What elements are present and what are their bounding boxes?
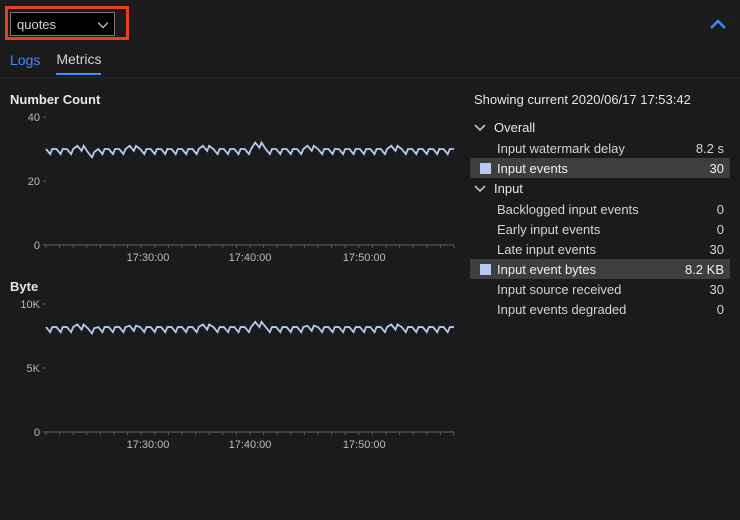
collapse-panel-button[interactable] bbox=[706, 13, 730, 36]
metric-row[interactable]: Input events degraded 0 bbox=[470, 299, 730, 319]
svg-text:40: 40 bbox=[28, 112, 40, 124]
svg-text:0: 0 bbox=[34, 240, 40, 252]
chart: 0 5K 10K 17:30:00 17:40:00 17:50:00 bbox=[10, 296, 462, 456]
metric-value: 0 bbox=[717, 222, 724, 237]
metric-row[interactable]: Input source received 30 bbox=[470, 279, 730, 299]
metric-row[interactable]: Input event bytes 8.2 KB bbox=[470, 259, 730, 279]
charts-area: Number Count 0 20 40 17:30:00 17:40:00 17:50:0… bbox=[10, 92, 460, 466]
metric-row[interactable]: Backlogged input events 0 bbox=[470, 199, 730, 219]
svg-text:17:50:00: 17:50:00 bbox=[343, 252, 386, 264]
source-dropdown[interactable]: quotes bbox=[10, 12, 115, 36]
chart: 0 20 40 17:30:00 17:40:00 17:50:00 bbox=[10, 109, 462, 269]
series-swatch bbox=[480, 163, 491, 174]
tab-metrics[interactable]: Metrics bbox=[56, 51, 101, 75]
metric-row[interactable]: Late input events 30 bbox=[470, 239, 730, 259]
metric-value: 0 bbox=[717, 302, 724, 317]
svg-text:17:40:00: 17:40:00 bbox=[229, 439, 272, 451]
metric-value: 0 bbox=[717, 202, 724, 217]
metric-label: Input events bbox=[497, 161, 704, 176]
metrics-sidebar: Showing current 2020/06/17 17:53:42 Over… bbox=[470, 92, 730, 466]
metric-row[interactable]: Input events 30 bbox=[470, 158, 730, 178]
metric-value: 30 bbox=[710, 161, 724, 176]
chevron-down-icon bbox=[98, 17, 108, 32]
svg-text:20: 20 bbox=[28, 176, 40, 188]
chevron-down-icon bbox=[474, 120, 486, 135]
metric-label: Late input events bbox=[497, 242, 704, 257]
metric-row[interactable]: Input watermark delay 8.2 s bbox=[470, 138, 730, 158]
source-dropdown-value: quotes bbox=[17, 17, 56, 32]
svg-text:5K: 5K bbox=[27, 363, 41, 375]
svg-text:17:40:00: 17:40:00 bbox=[229, 252, 272, 264]
metric-value: 8.2 s bbox=[696, 141, 724, 156]
svg-text:0: 0 bbox=[34, 427, 40, 439]
svg-text:17:30:00: 17:30:00 bbox=[127, 252, 170, 264]
chevron-down-icon bbox=[474, 181, 486, 196]
metric-row[interactable]: Early input events 0 bbox=[470, 219, 730, 239]
svg-text:10K: 10K bbox=[20, 299, 40, 311]
metric-group-header[interactable]: Overall bbox=[470, 117, 730, 138]
chart-title: Number Count bbox=[10, 92, 460, 107]
metric-label: Input source received bbox=[497, 282, 704, 297]
svg-text:17:50:00: 17:50:00 bbox=[343, 439, 386, 451]
metric-group-title: Overall bbox=[494, 120, 535, 135]
metric-label: Input events degraded bbox=[497, 302, 711, 317]
tab-bar: Logs Metrics bbox=[0, 48, 740, 78]
metric-label: Input event bytes bbox=[497, 262, 679, 277]
metric-label: Input watermark delay bbox=[497, 141, 690, 156]
metric-group-title: Input bbox=[494, 181, 523, 196]
metric-value: 8.2 KB bbox=[685, 262, 724, 277]
showing-timestamp: Showing current 2020/06/17 17:53:42 bbox=[470, 92, 730, 107]
svg-text:17:30:00: 17:30:00 bbox=[127, 439, 170, 451]
metric-label: Backlogged input events bbox=[497, 202, 711, 217]
chart-title: Byte bbox=[10, 279, 460, 294]
metric-value: 30 bbox=[710, 282, 724, 297]
series-swatch bbox=[480, 264, 491, 275]
tab-logs[interactable]: Logs bbox=[10, 52, 40, 74]
metric-value: 30 bbox=[710, 242, 724, 257]
metric-label: Early input events bbox=[497, 222, 711, 237]
metric-group-header[interactable]: Input bbox=[470, 178, 730, 199]
